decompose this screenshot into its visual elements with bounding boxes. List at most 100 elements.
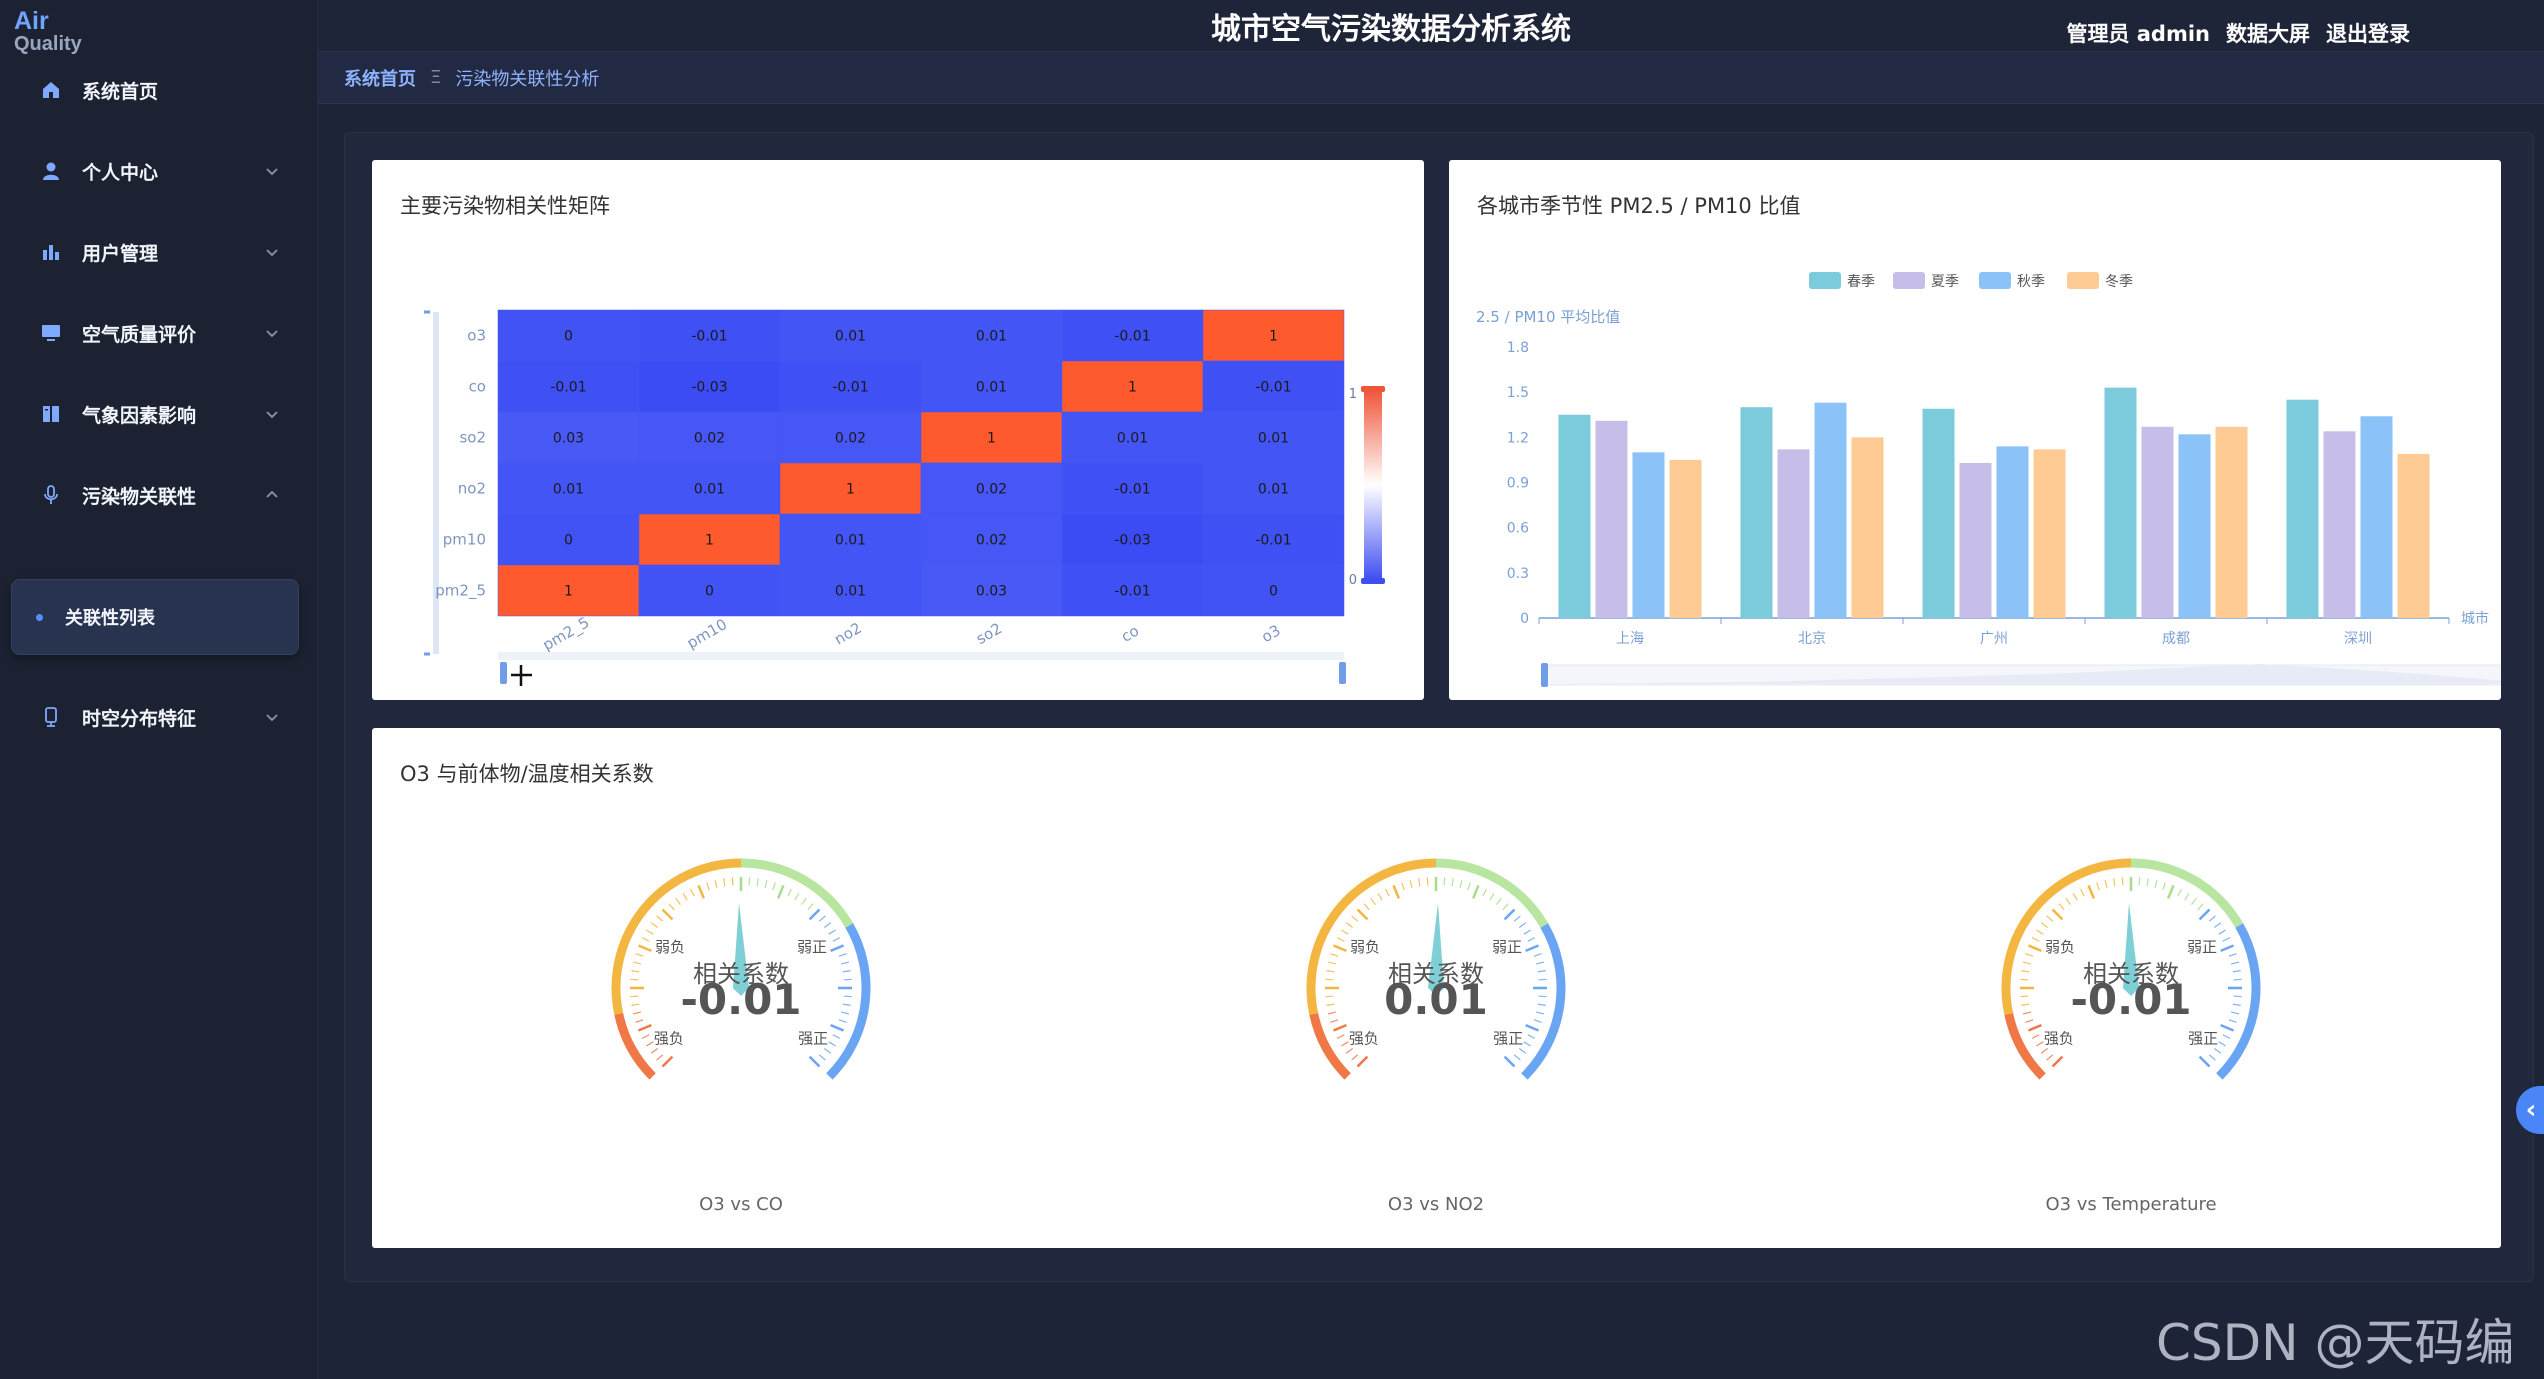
legend-swatch bbox=[1979, 272, 2011, 289]
gauge-tick bbox=[2231, 961, 2240, 965]
gauge-tick bbox=[2198, 908, 2211, 921]
gauge-tick bbox=[2031, 1034, 2040, 1039]
gauge-range-label: 弱正 bbox=[1492, 938, 1522, 956]
bar bbox=[1632, 452, 1665, 618]
sidebar-item-home[interactable]: 系统首页 bbox=[0, 60, 318, 120]
gauge-tick bbox=[772, 882, 776, 891]
user-menu[interactable]: 管理员 admin bbox=[2066, 18, 2210, 48]
logout-link[interactable]: 退出登录 bbox=[2326, 18, 2410, 48]
gauge-name: O3 vs NO2 bbox=[1388, 1194, 1484, 1215]
heatmap-chart[interactable]: 0 -0.01 0.01 0.01 -0.01 1 o3 -0.01 -0.03 -0.01 0.0… bbox=[372, 160, 1424, 700]
bar bbox=[2286, 399, 2319, 618]
sidebar-item-label: 空气质量评价 bbox=[82, 323, 197, 346]
bar bbox=[2104, 387, 2137, 618]
gauge-tick bbox=[2218, 1041, 2226, 1047]
gauge-tick bbox=[1332, 1023, 1347, 1032]
sidebar-item-label: 气象因素影响 bbox=[82, 404, 197, 427]
sidebar-item-correlation[interactable]: 污染物关联性 bbox=[0, 465, 318, 525]
dashboard-link[interactable]: 数据大屏 bbox=[2226, 18, 2310, 48]
home-icon bbox=[40, 79, 62, 101]
gauge-tick bbox=[2232, 970, 2241, 973]
gauge-tick bbox=[2036, 1041, 2044, 1047]
bar-chart[interactable]: 春季 夏季 秋季 冬季 2.5 / PM10 平均比值 0 0.3 0.6 0.9 1.2 1.5 1… bbox=[1449, 160, 2501, 700]
sidebar-item-label: 关联性列表 bbox=[65, 608, 155, 629]
gauge-tick bbox=[1443, 877, 1446, 886]
gauge-tick bbox=[832, 937, 841, 942]
book-icon bbox=[40, 403, 62, 425]
y-axis-label: 2.5 / PM10 平均比值 bbox=[1476, 308, 1620, 326]
gauge-value: -0.01 bbox=[680, 975, 801, 1024]
chevron-down-icon bbox=[266, 249, 278, 257]
gauge-tick bbox=[1409, 879, 1413, 888]
sidebar-item-spatiotemporal[interactable]: 时空分布特征 bbox=[0, 687, 318, 747]
gauge-tick bbox=[656, 1054, 664, 1061]
gauge-tick bbox=[828, 929, 836, 935]
sidebar-item-air-quality[interactable]: 空气质量评价 bbox=[0, 303, 318, 363]
sidebar-item-correlation-list[interactable]: 关联性列表 bbox=[12, 580, 298, 654]
gauge-tick bbox=[1489, 893, 1495, 901]
sidebar-item-profile[interactable]: 个人中心 bbox=[0, 141, 318, 201]
breadcrumb-home[interactable]: 系统首页 bbox=[344, 65, 416, 91]
heatmap-cell-label: 0.01 bbox=[835, 329, 866, 345]
gauge-tick bbox=[631, 970, 640, 973]
breadcrumb-separator: Ξ bbox=[430, 67, 442, 88]
monitor-icon bbox=[40, 322, 62, 344]
gauge-tick bbox=[646, 929, 654, 935]
gauge-tick bbox=[690, 888, 695, 897]
gauge-tick bbox=[756, 878, 759, 887]
y-tick-label: no2 bbox=[458, 480, 486, 498]
gauge-tick bbox=[682, 893, 688, 901]
heatmap-cell-label: -0.01 bbox=[691, 329, 727, 345]
gauge-tick bbox=[823, 922, 832, 928]
bar-chart-icon bbox=[40, 241, 62, 263]
gauge-tick bbox=[2046, 915, 2054, 922]
gauge-tick bbox=[1518, 922, 1527, 928]
bar bbox=[2178, 434, 2211, 618]
heatmap-cell-label: 0.01 bbox=[1258, 482, 1289, 498]
gauge-tick bbox=[1418, 878, 1421, 887]
gauge-tick bbox=[1525, 944, 1540, 953]
gauge-tick bbox=[641, 937, 650, 942]
gauge-tick bbox=[731, 877, 734, 886]
gauge-tick bbox=[2087, 884, 2096, 899]
gauge-tick bbox=[2232, 1003, 2241, 1006]
gauge-tick bbox=[807, 903, 814, 911]
gauge-range-label: 强负 bbox=[2044, 1029, 2074, 1047]
breadcrumb: 系统首页 Ξ 污染物关联性分析 bbox=[318, 52, 2544, 104]
visual-map-max-label: 1 bbox=[1349, 387, 1357, 402]
heatmap-cell-label: 0.03 bbox=[553, 431, 584, 447]
heatmap-cell-label: 0.03 bbox=[976, 584, 1007, 600]
gauge-value: 0.01 bbox=[1384, 975, 1488, 1024]
gauge-tick bbox=[2027, 1023, 2042, 1032]
heatmap-cell-label: 0.02 bbox=[835, 431, 866, 447]
bar bbox=[2215, 426, 2248, 618]
bar bbox=[1996, 446, 2029, 618]
gauge-tick bbox=[650, 1048, 659, 1054]
heatmap-cell-label: 0.02 bbox=[976, 482, 1007, 498]
gauge-tick bbox=[2113, 878, 2116, 887]
gauge-tick bbox=[635, 953, 644, 957]
bar-chart-card: 各城市季节性 PM2.5 / PM10 比值 春季 夏季 秋季 冬季 2.5 / PM1… bbox=[1449, 160, 2501, 700]
gauge-tick bbox=[2104, 879, 2108, 888]
top-header: 城市空气污染数据分析系统 管理员 admin 数据大屏 退出登录 bbox=[318, 0, 2544, 52]
bar bbox=[2141, 426, 2174, 618]
heatmap-cell-label: -0.01 bbox=[1114, 329, 1150, 345]
header-actions: 管理员 admin 数据大屏 退出登录 bbox=[2066, 18, 2410, 48]
gauge-tick bbox=[748, 877, 751, 886]
sidebar-item-users[interactable]: 用户管理 bbox=[0, 222, 318, 282]
gauge-tick bbox=[2020, 995, 2029, 998]
gauge-tick bbox=[1523, 929, 1531, 935]
gauge-tick bbox=[1537, 970, 1546, 973]
bar bbox=[1558, 414, 1591, 618]
gauge-tick bbox=[1503, 1055, 1516, 1068]
legend-label: 冬季 bbox=[2105, 274, 2133, 290]
gauge-tick bbox=[2025, 1019, 2034, 1023]
x-tick-label: 上海 bbox=[1616, 631, 1644, 647]
gauge-tick bbox=[2208, 915, 2216, 922]
gauge-tick bbox=[630, 995, 639, 998]
gauge-tick bbox=[808, 908, 821, 921]
gauge-tick bbox=[2197, 903, 2204, 911]
gauge-arc-weak-pos bbox=[2130, 858, 2244, 928]
gauge-tick bbox=[2191, 897, 2197, 906]
sidebar-item-weather[interactable]: 气象因素影响 bbox=[0, 384, 318, 444]
